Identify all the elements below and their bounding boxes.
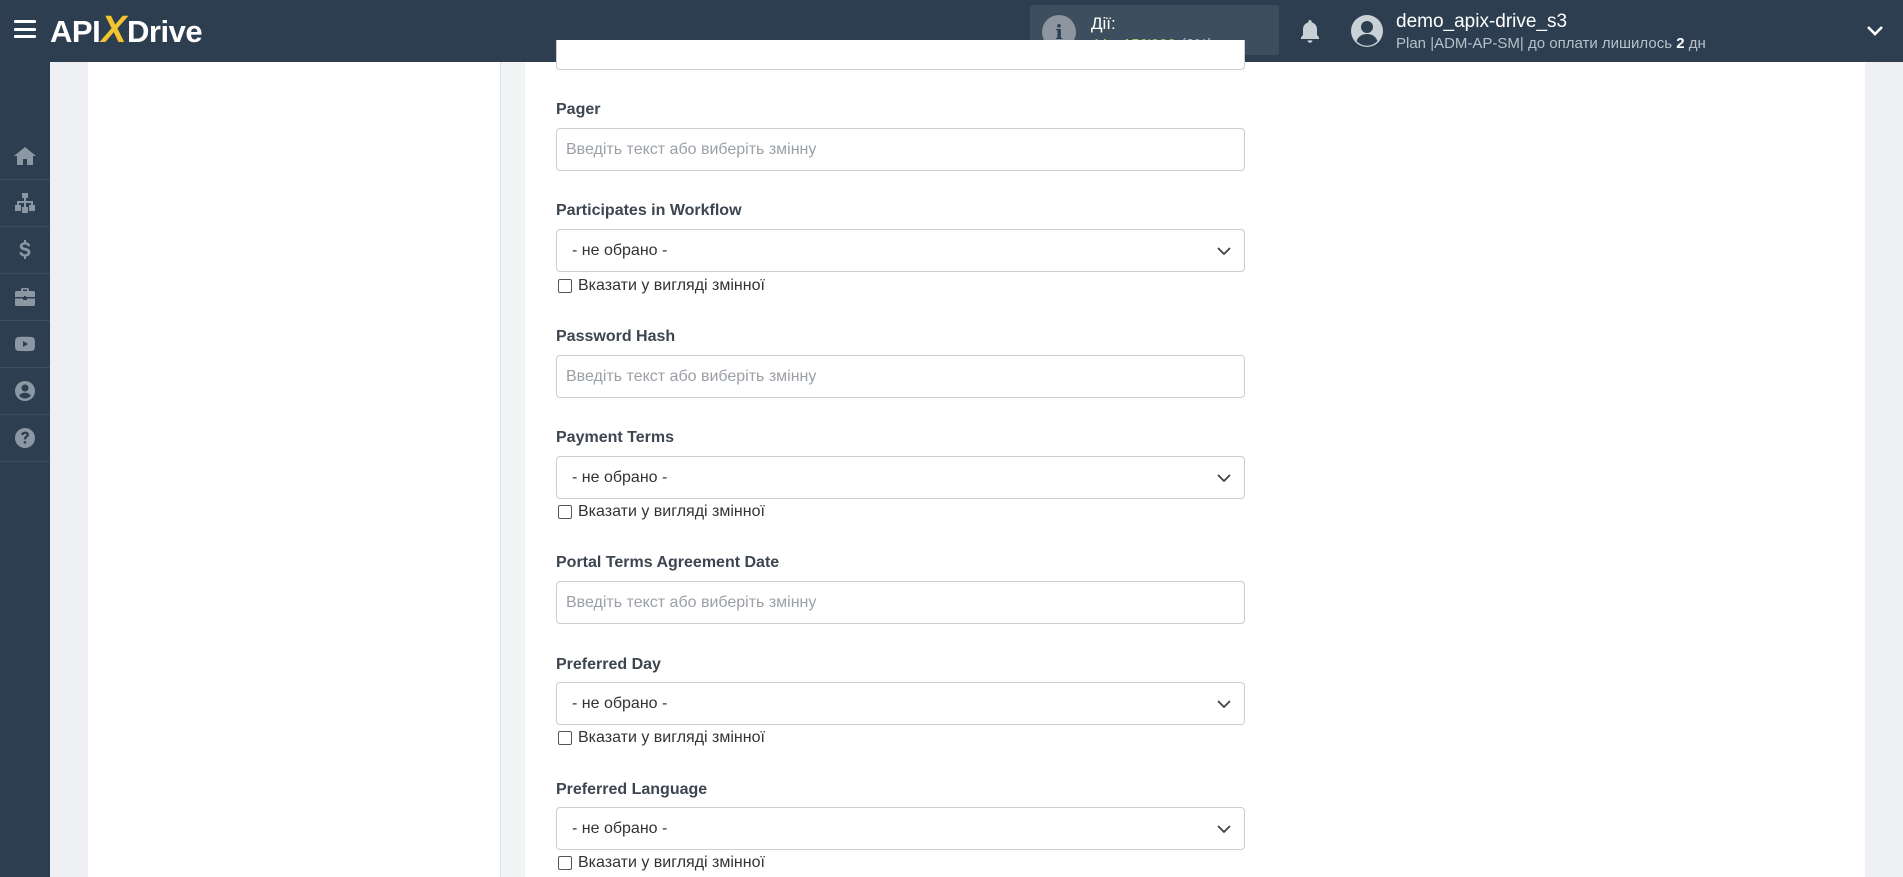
sidebar-item-help[interactable] [0, 415, 50, 462]
checkbox[interactable] [558, 731, 572, 745]
checkbox[interactable] [558, 279, 572, 293]
pager-input[interactable] [556, 128, 1245, 171]
plan-suffix: дн [1688, 35, 1706, 52]
chevron-down-icon[interactable] [1866, 22, 1884, 40]
previous-field-input[interactable] [556, 40, 1245, 70]
actions-label: Дії: [1091, 14, 1116, 33]
logo-api: API [50, 14, 101, 49]
chevron-down-icon [1217, 474, 1231, 483]
sidebar-item-home[interactable] [0, 133, 50, 180]
preferred-language-select[interactable]: - не обрано - [556, 807, 1245, 850]
select-value: - не обрано - [572, 820, 668, 837]
checkbox-label: Вказати у вигляді змінної [578, 503, 765, 520]
user-circle-icon [15, 381, 35, 401]
checkbox[interactable] [558, 505, 572, 519]
sidebar-item-billing[interactable] [0, 227, 50, 274]
payment-terms-variable-toggle[interactable]: Вказати у вигляді змінної [558, 502, 765, 522]
field-label-preferred-language: Preferred Language [556, 781, 708, 798]
avatar-icon[interactable] [1350, 14, 1384, 48]
sidebar-item-tools[interactable] [0, 274, 50, 321]
sidebar-item-profile[interactable] [0, 368, 50, 415]
sidebar-item-videos[interactable] [0, 321, 50, 368]
select-value: - не обрано - [572, 242, 668, 259]
user-plan: Plan |ADM-AP-SM| до оплати лишилось 2 дн [1396, 35, 1706, 52]
chevron-down-icon [1217, 700, 1231, 709]
plan-prefix: Plan |ADM-AP-SM| до оплати лишилось [1396, 35, 1673, 52]
user-name[interactable]: demo_apix-drive_s3 [1396, 11, 1567, 33]
checkbox[interactable] [558, 856, 572, 870]
checkbox-label: Вказати у вигляді змінної [578, 277, 765, 294]
logo-drive: Drive [127, 14, 203, 49]
field-label-preferred-day: Preferred Day [556, 656, 661, 673]
select-value: - не обрано - [572, 469, 668, 486]
field-label-payment-terms: Payment Terms [556, 429, 674, 446]
preferred-language-variable-toggle[interactable]: Вказати у вигляді змінної [558, 853, 765, 873]
field-label-pager: Pager [556, 101, 601, 118]
youtube-icon [15, 336, 35, 352]
bell-icon[interactable] [1298, 18, 1322, 44]
participates-in-workflow-select[interactable]: - не обрано - [556, 229, 1245, 272]
briefcase-icon [15, 288, 35, 306]
sitemap-icon [15, 193, 35, 213]
sidebar [0, 62, 50, 877]
checkbox-label: Вказати у вигляді змінної [578, 854, 765, 871]
select-value: - не обрано - [572, 695, 668, 712]
preferred-day-select[interactable]: - не обрано - [556, 682, 1245, 725]
field-label-participates-in-workflow: Participates in Workflow [556, 202, 742, 219]
dollar-icon [19, 240, 31, 259]
chevron-down-icon [1217, 825, 1231, 834]
field-label-password-hash: Password Hash [556, 328, 676, 345]
checkbox-label: Вказати у вигляді змінної [578, 729, 765, 746]
menu-icon[interactable] [14, 20, 36, 38]
panel-gap [501, 62, 525, 877]
question-circle-icon [15, 428, 35, 448]
chevron-down-icon [1217, 247, 1231, 256]
payment-terms-select[interactable]: - не обрано - [556, 456, 1245, 499]
field-label-portal-terms-agreement-date: Portal Terms Agreement Date [556, 554, 780, 571]
participates-in-workflow-variable-toggle[interactable]: Вказати у вигляді змінної [558, 276, 765, 296]
preferred-day-variable-toggle[interactable]: Вказати у вигляді змінної [558, 728, 765, 748]
sidebar-item-connections[interactable] [0, 180, 50, 227]
logo-x: X [101, 9, 127, 51]
logo[interactable]: APIXDrive [50, 9, 203, 51]
plan-days: 2 [1676, 35, 1685, 52]
portal-terms-agreement-date-input[interactable] [556, 581, 1245, 624]
password-hash-input[interactable] [556, 355, 1245, 398]
home-icon [14, 147, 36, 165]
